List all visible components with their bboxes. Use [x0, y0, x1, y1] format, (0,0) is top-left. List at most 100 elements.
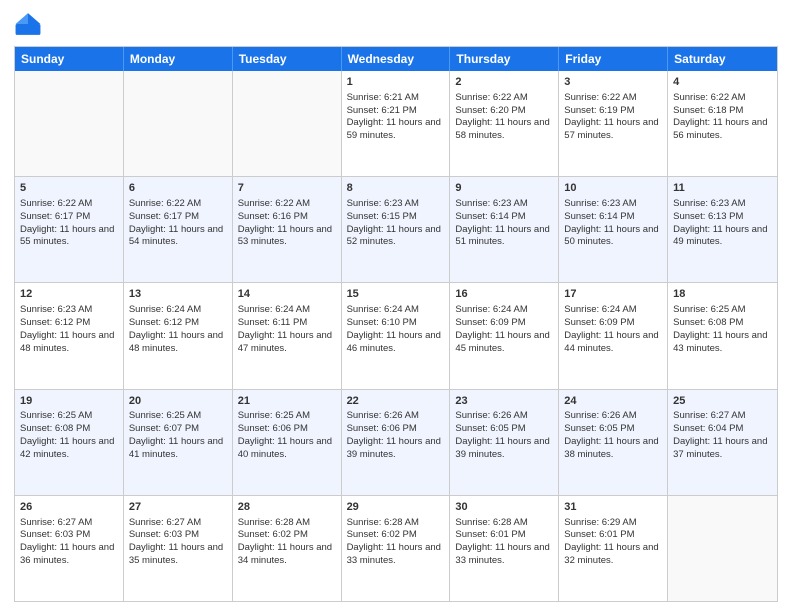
day-info: Daylight: 11 hours and 33 minutes.	[347, 542, 445, 568]
day-number: 14	[238, 287, 336, 302]
day-number: 24	[564, 394, 662, 409]
day-number: 27	[129, 500, 227, 515]
day-info: Daylight: 11 hours and 37 minutes.	[673, 436, 772, 462]
day-info: Sunset: 6:08 PM	[673, 317, 772, 330]
day-info: Daylight: 11 hours and 46 minutes.	[347, 330, 445, 356]
day-info: Daylight: 11 hours and 34 minutes.	[238, 542, 336, 568]
day-info: Daylight: 11 hours and 58 minutes.	[455, 117, 553, 143]
day-number: 7	[238, 181, 336, 196]
day-number: 20	[129, 394, 227, 409]
day-info: Sunrise: 6:26 AM	[347, 410, 445, 423]
day-info: Sunrise: 6:22 AM	[673, 92, 772, 105]
day-number: 19	[20, 394, 118, 409]
day-number: 2	[455, 75, 553, 90]
day-info: Daylight: 11 hours and 50 minutes.	[564, 224, 662, 250]
day-info: Sunset: 6:14 PM	[455, 211, 553, 224]
day-info: Sunrise: 6:29 AM	[564, 517, 662, 530]
day-info: Daylight: 11 hours and 32 minutes.	[564, 542, 662, 568]
day-info: Sunrise: 6:26 AM	[455, 410, 553, 423]
day-info: Sunrise: 6:28 AM	[455, 517, 553, 530]
day-info: Daylight: 11 hours and 59 minutes.	[347, 117, 445, 143]
calendar: SundayMondayTuesdayWednesdayThursdayFrid…	[14, 46, 778, 602]
day-info: Daylight: 11 hours and 57 minutes.	[564, 117, 662, 143]
day-info: Daylight: 11 hours and 41 minutes.	[129, 436, 227, 462]
day-info: Daylight: 11 hours and 45 minutes.	[455, 330, 553, 356]
empty-cell	[15, 71, 124, 176]
day-number: 11	[673, 181, 772, 196]
empty-cell	[233, 71, 342, 176]
day-info: Daylight: 11 hours and 39 minutes.	[347, 436, 445, 462]
day-info: Sunset: 6:04 PM	[673, 423, 772, 436]
calendar-page: SundayMondayTuesdayWednesdayThursdayFrid…	[0, 0, 792, 612]
day-info: Sunset: 6:05 PM	[455, 423, 553, 436]
day-info: Sunrise: 6:25 AM	[238, 410, 336, 423]
day-number: 25	[673, 394, 772, 409]
day-number: 22	[347, 394, 445, 409]
day-info: Sunset: 6:03 PM	[129, 529, 227, 542]
day-info: Sunrise: 6:24 AM	[347, 304, 445, 317]
day-info: Sunset: 6:10 PM	[347, 317, 445, 330]
day-header-monday: Monday	[124, 47, 233, 71]
day-info: Sunrise: 6:21 AM	[347, 92, 445, 105]
day-info: Sunrise: 6:26 AM	[564, 410, 662, 423]
day-info: Sunset: 6:18 PM	[673, 105, 772, 118]
day-cell-5: 5Sunrise: 6:22 AMSunset: 6:17 PMDaylight…	[15, 177, 124, 282]
day-cell-25: 25Sunrise: 6:27 AMSunset: 6:04 PMDayligh…	[668, 390, 777, 495]
day-cell-24: 24Sunrise: 6:26 AMSunset: 6:05 PMDayligh…	[559, 390, 668, 495]
day-number: 15	[347, 287, 445, 302]
day-number: 5	[20, 181, 118, 196]
day-info: Sunset: 6:06 PM	[347, 423, 445, 436]
day-info: Daylight: 11 hours and 56 minutes.	[673, 117, 772, 143]
day-header-saturday: Saturday	[668, 47, 777, 71]
day-number: 9	[455, 181, 553, 196]
calendar-row-2: 12Sunrise: 6:23 AMSunset: 6:12 PMDayligh…	[15, 283, 777, 389]
day-info: Sunrise: 6:25 AM	[20, 410, 118, 423]
day-cell-30: 30Sunrise: 6:28 AMSunset: 6:01 PMDayligh…	[450, 496, 559, 601]
day-cell-3: 3Sunrise: 6:22 AMSunset: 6:19 PMDaylight…	[559, 71, 668, 176]
day-cell-29: 29Sunrise: 6:28 AMSunset: 6:02 PMDayligh…	[342, 496, 451, 601]
logo-icon	[14, 10, 42, 38]
day-info: Sunset: 6:17 PM	[20, 211, 118, 224]
day-cell-23: 23Sunrise: 6:26 AMSunset: 6:05 PMDayligh…	[450, 390, 559, 495]
calendar-body: 1Sunrise: 6:21 AMSunset: 6:21 PMDaylight…	[15, 71, 777, 601]
day-info: Sunset: 6:01 PM	[455, 529, 553, 542]
day-number: 1	[347, 75, 445, 90]
day-info: Daylight: 11 hours and 44 minutes.	[564, 330, 662, 356]
day-info: Sunrise: 6:23 AM	[673, 198, 772, 211]
day-cell-26: 26Sunrise: 6:27 AMSunset: 6:03 PMDayligh…	[15, 496, 124, 601]
day-info: Sunset: 6:15 PM	[347, 211, 445, 224]
day-info: Sunrise: 6:22 AM	[129, 198, 227, 211]
day-number: 17	[564, 287, 662, 302]
day-info: Sunrise: 6:25 AM	[673, 304, 772, 317]
day-info: Daylight: 11 hours and 52 minutes.	[347, 224, 445, 250]
day-info: Sunrise: 6:22 AM	[238, 198, 336, 211]
day-info: Daylight: 11 hours and 40 minutes.	[238, 436, 336, 462]
day-number: 13	[129, 287, 227, 302]
day-info: Sunset: 6:06 PM	[238, 423, 336, 436]
day-info: Sunrise: 6:23 AM	[564, 198, 662, 211]
day-info: Sunrise: 6:23 AM	[20, 304, 118, 317]
day-info: Sunrise: 6:22 AM	[455, 92, 553, 105]
day-info: Sunset: 6:07 PM	[129, 423, 227, 436]
day-header-thursday: Thursday	[450, 47, 559, 71]
empty-cell	[124, 71, 233, 176]
day-info: Sunrise: 6:24 AM	[238, 304, 336, 317]
day-cell-12: 12Sunrise: 6:23 AMSunset: 6:12 PMDayligh…	[15, 283, 124, 388]
day-info: Sunrise: 6:24 AM	[564, 304, 662, 317]
day-info: Daylight: 11 hours and 48 minutes.	[20, 330, 118, 356]
day-info: Daylight: 11 hours and 36 minutes.	[20, 542, 118, 568]
day-cell-1: 1Sunrise: 6:21 AMSunset: 6:21 PMDaylight…	[342, 71, 451, 176]
day-cell-13: 13Sunrise: 6:24 AMSunset: 6:12 PMDayligh…	[124, 283, 233, 388]
day-info: Daylight: 11 hours and 42 minutes.	[20, 436, 118, 462]
day-cell-2: 2Sunrise: 6:22 AMSunset: 6:20 PMDaylight…	[450, 71, 559, 176]
day-cell-27: 27Sunrise: 6:27 AMSunset: 6:03 PMDayligh…	[124, 496, 233, 601]
day-number: 23	[455, 394, 553, 409]
calendar-row-4: 26Sunrise: 6:27 AMSunset: 6:03 PMDayligh…	[15, 496, 777, 601]
day-cell-28: 28Sunrise: 6:28 AMSunset: 6:02 PMDayligh…	[233, 496, 342, 601]
day-info: Daylight: 11 hours and 38 minutes.	[564, 436, 662, 462]
day-info: Daylight: 11 hours and 39 minutes.	[455, 436, 553, 462]
day-number: 18	[673, 287, 772, 302]
day-info: Sunset: 6:17 PM	[129, 211, 227, 224]
day-cell-31: 31Sunrise: 6:29 AMSunset: 6:01 PMDayligh…	[559, 496, 668, 601]
day-info: Sunrise: 6:23 AM	[347, 198, 445, 211]
